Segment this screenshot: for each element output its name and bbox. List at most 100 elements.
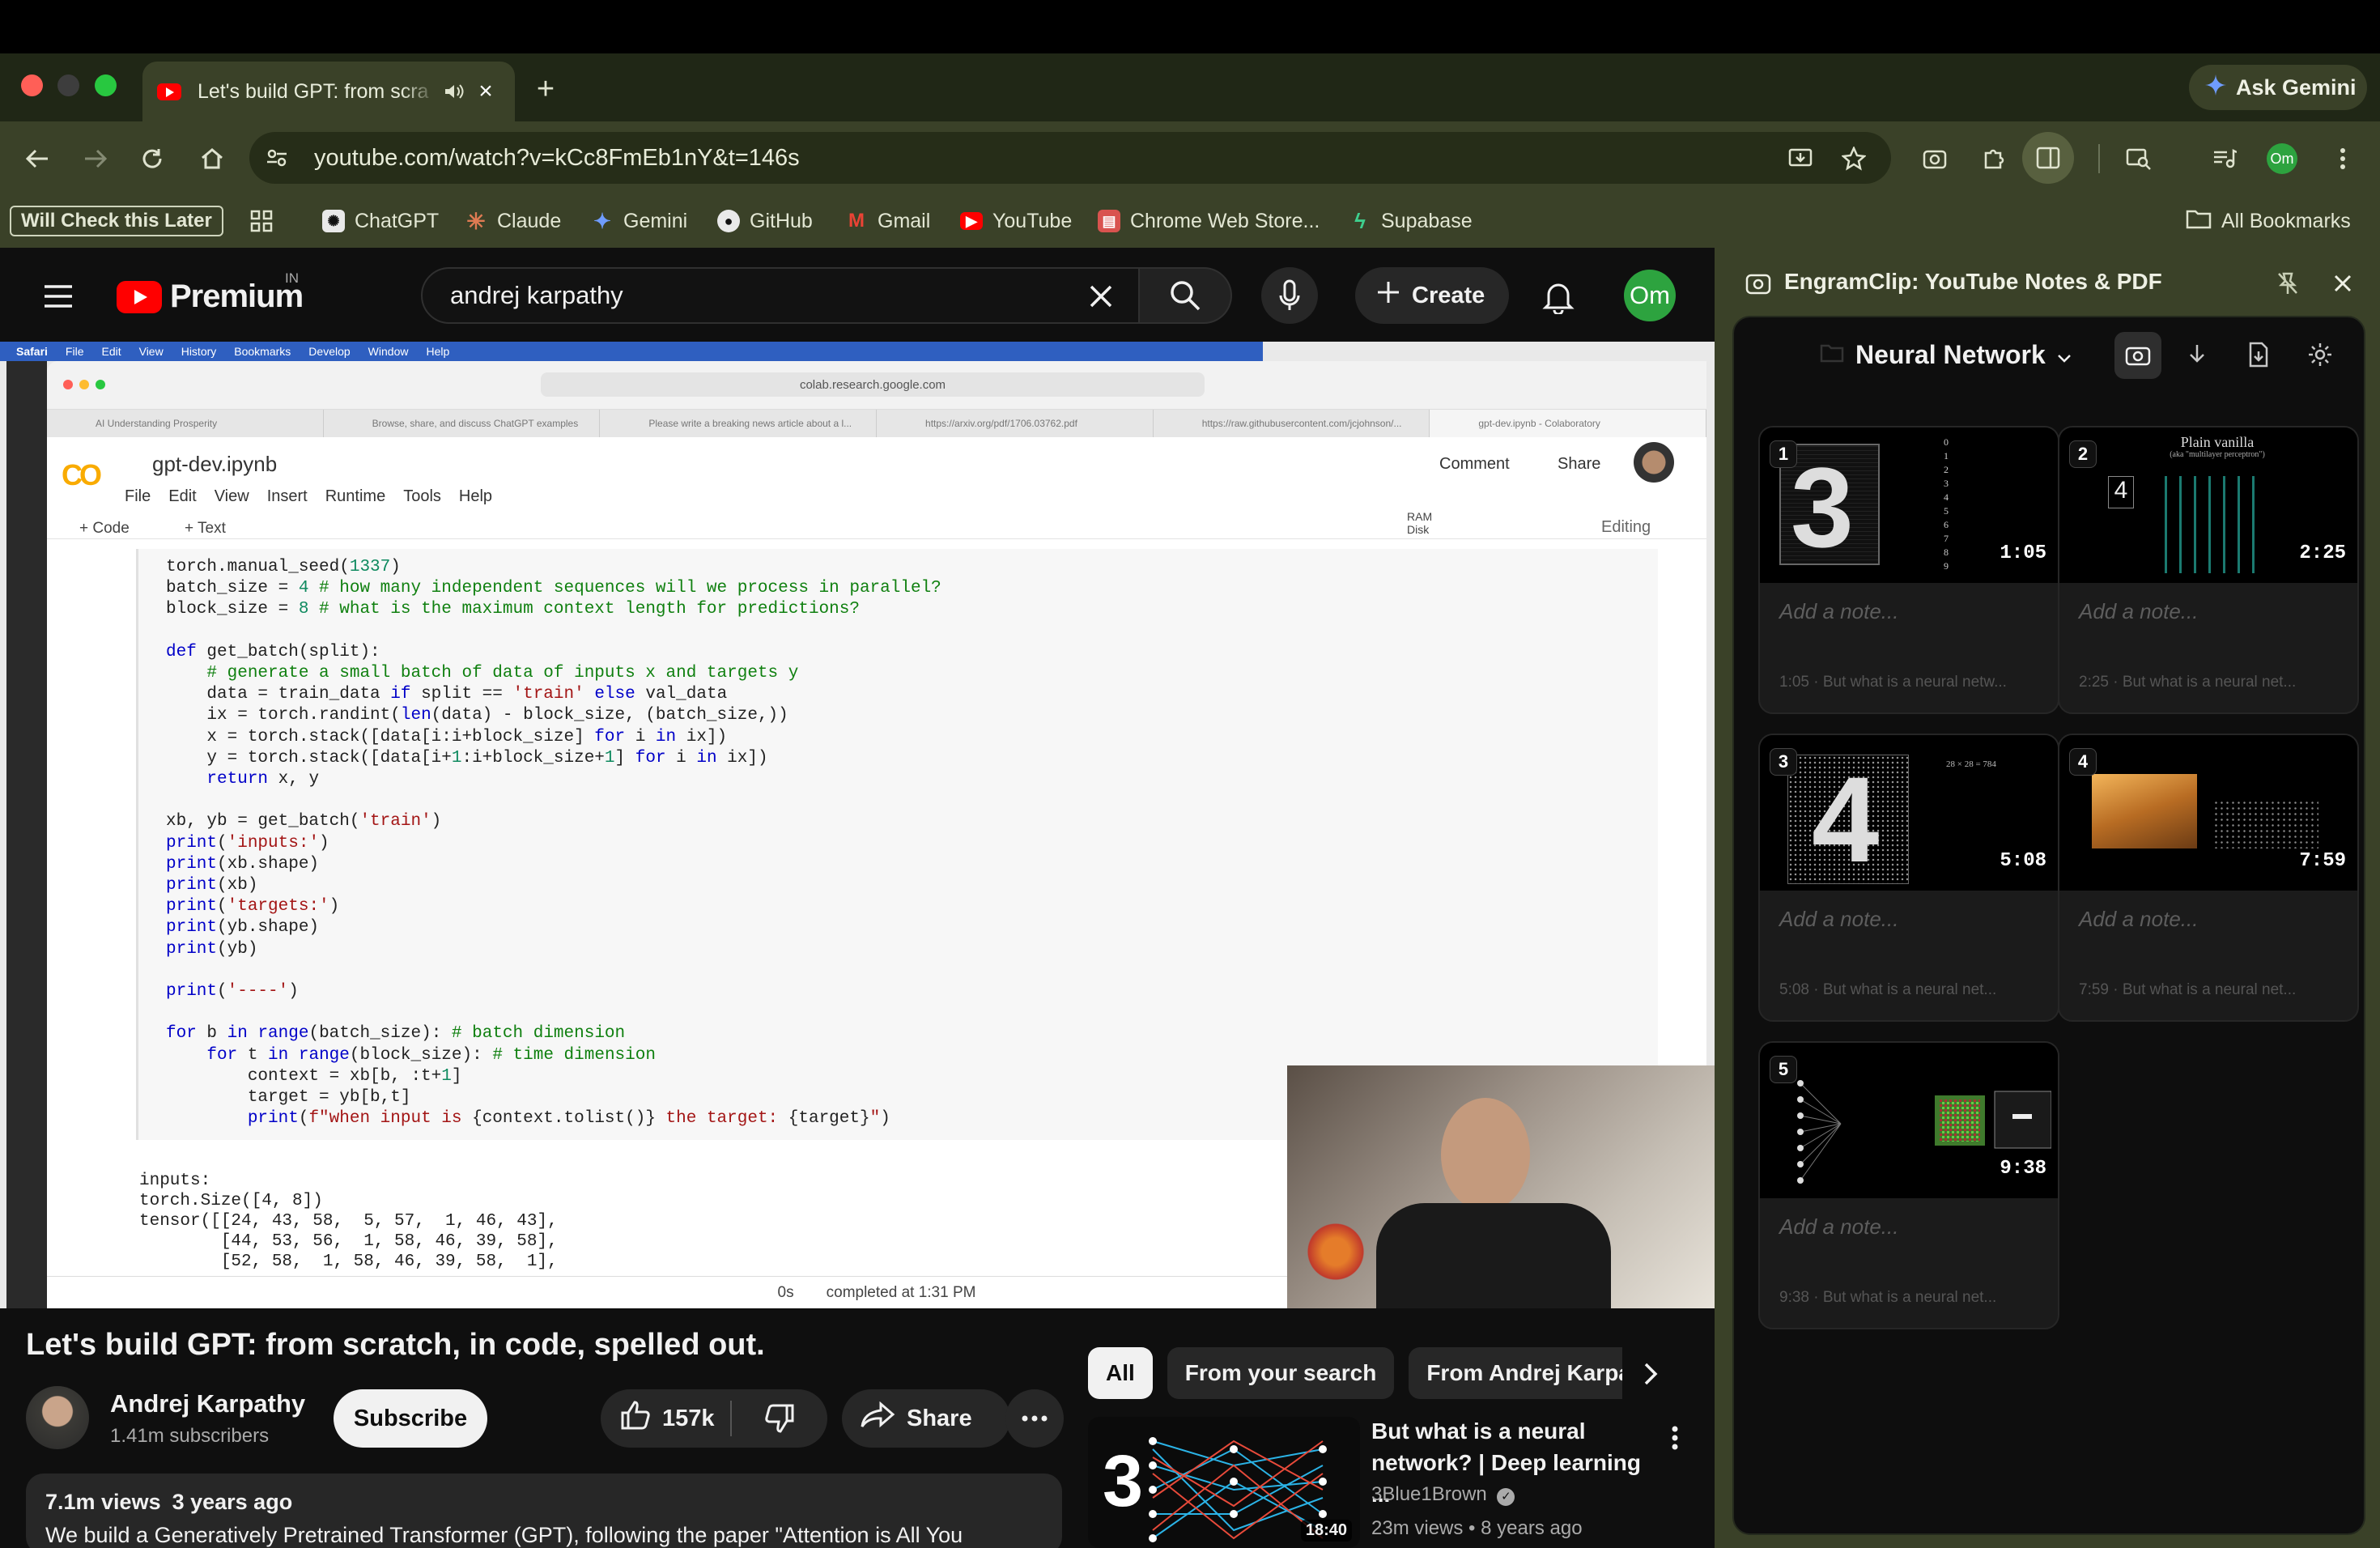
recommended-thumbnail[interactable]: 3 18:40 [1088,1417,1360,1548]
extensions-puzzle-icon[interactable] [1980,144,2009,173]
clip-card[interactable]: 4 28 × 28 = 784 3 5:08 Add a note... 5:0… [1758,734,2059,1022]
youtube-premium-logo[interactable]: Premium [117,279,304,315]
search-input[interactable]: andrej karpathy [421,267,1140,324]
clip-timestamp[interactable]: 1:05 [2000,542,2046,564]
notifications-bell-icon[interactable] [1538,277,1579,317]
clip-note-input[interactable]: Add a note... [2079,599,2198,624]
download-icon[interactable] [2181,338,2213,371]
bookmark-gemini[interactable]: ✦ Gemini [591,204,687,238]
bookmark-star-icon[interactable] [1839,144,1868,173]
folder-selector[interactable]: Neural Network [1820,340,2072,370]
voice-search-button[interactable] [1261,267,1318,324]
window-close-control[interactable] [21,74,43,96]
screen-top-bar [0,0,2380,53]
home-icon[interactable] [196,142,228,175]
cell-output: inputs: torch.Size([4, 8]) tensor([[24, … [139,1172,558,1271]
bookmark-chrome-web-store[interactable]: ▤ Chrome Web Store... [1098,204,1320,238]
unpin-panel-icon[interactable] [2272,267,2304,300]
bookmark-gmail[interactable]: M Gmail [845,204,930,238]
bookmark-supabase[interactable]: ϟ Supabase [1349,204,1473,238]
chip-all[interactable]: All [1088,1347,1153,1399]
export-pdf-icon[interactable] [2242,338,2275,371]
profile-avatar[interactable]: Om [2267,143,2297,174]
chip-from-your-search[interactable]: From your search [1167,1347,1395,1399]
chip-from-andrej[interactable]: From Andrej Karpa [1409,1347,1623,1399]
search-button[interactable] [1140,267,1232,324]
web-store-icon: ▤ [1098,210,1120,232]
recommended-channel: 3Blue1Brown ✓ [1371,1483,1515,1506]
clip-timestamp[interactable]: 9:38 [2000,1158,2046,1180]
clip-note-input[interactable]: Add a note... [1779,907,1898,932]
screenshot-extension-icon[interactable] [1920,144,1949,173]
camera-icon [2125,344,2151,367]
bookmark-chatgpt[interactable]: ✺ ChatGPT [322,204,439,238]
account-avatar[interactable]: Om [1624,270,1676,321]
new-tab-button[interactable]: + [529,72,562,106]
ask-gemini-button[interactable]: Ask Gemini [2189,65,2367,110]
reload-icon[interactable] [136,142,168,175]
folder-name: Neural Network [1855,340,2046,369]
clip-timestamp[interactable]: 5:08 [2000,850,2046,872]
install-app-icon[interactable] [1786,144,1815,173]
search-icon [1169,279,1201,312]
recommendation-filter-chips: All From your search From Andrej Karpa [1088,1347,1623,1399]
forward-arrow-icon[interactable] [79,142,112,175]
code-cell: torch.manual_seed(1337) batch_size = 4 #… [136,549,1658,1140]
clip-source: 1:05 · But what is a neural netw... [1779,674,2007,691]
thumbnail-duration: 18:40 [1300,1520,1352,1542]
all-bookmarks[interactable]: All Bookmarks [2186,204,2351,238]
video-title: Let's build GPT: from scratch, in code, … [26,1328,765,1362]
svg-text:3: 3 [1103,1441,1143,1522]
clip-note-input[interactable]: Add a note... [1779,599,1898,624]
share-button[interactable]: Share [842,1389,1010,1448]
window-zoom-control[interactable] [95,74,117,96]
apps-grid-icon[interactable] [249,204,274,238]
more-actions-button[interactable] [1005,1389,1064,1448]
clip-card[interactable]: Plain vanilla (aka "multilayer perceptro… [2058,426,2359,714]
side-panel-toggle-icon[interactable] [2022,132,2074,184]
ram-disk-indicator: RAM Disk [1407,510,1433,536]
thumbs-down-icon[interactable] [759,1401,800,1436]
clip-note-input[interactable]: Add a note... [1779,1214,1898,1240]
bookmark-github[interactable]: ● GitHub [717,204,813,238]
video-description[interactable]: 7.1m views 3 years ago We build a Genera… [26,1474,1062,1548]
site-info-icon[interactable] [261,143,293,172]
close-panel-icon[interactable] [2328,269,2357,298]
address-bar[interactable]: youtube.com/watch?v=kCc8FmEb1nY&t=146s [249,132,1891,184]
clip-timestamp[interactable]: 7:59 [2299,850,2346,872]
clip-card[interactable]: 5 9:38 Add a note... 9:38 · But what is … [1758,1041,2059,1329]
create-button[interactable]: Create [1355,267,1509,324]
clip-card[interactable]: 3 0123456789 1 1:05 Add a note... 1:05 ·… [1758,426,2059,714]
subscribe-button[interactable]: Subscribe [334,1389,487,1448]
channel-name[interactable]: Andrej Karpathy [110,1389,305,1418]
media-control-icon[interactable] [2210,144,2239,173]
claude-icon: ✳ [466,208,486,234]
clip-number: 5 [1770,1056,1797,1083]
address-bar-url: youtube.com/watch?v=kCc8FmEb1nY&t=146s [314,144,800,171]
tab-search-icon[interactable] [2124,144,2153,173]
clip-number: 2 [2069,440,2097,468]
channel-avatar[interactable] [26,1386,89,1449]
window-minimize-control[interactable] [57,74,79,96]
speaker-icon[interactable] [442,83,466,100]
browser-tab-active[interactable]: Let's build GPT: from scra × [142,62,515,121]
bookmark-claude[interactable]: ✳ Claude [465,204,561,238]
hamburger-menu-icon[interactable] [40,280,76,313]
recommended-more-icon[interactable] [1663,1422,1687,1454]
bookmark-youtube[interactable]: ▶ YouTube [960,204,1072,238]
capture-screenshot-button[interactable] [2114,332,2161,379]
clip-number: 1 [1770,440,1797,468]
webcam-overlay [1287,1065,1715,1308]
youtube-play-logo-icon [117,280,162,313]
settings-gear-icon[interactable] [2304,338,2336,371]
back-arrow-icon[interactable] [21,142,53,175]
clip-note-input[interactable]: Add a note... [2079,907,2198,932]
bookmark-will-check-later[interactable]: Will Check this Later [10,206,223,236]
clip-card[interactable]: 4 7:59 Add a note... 7:59 · But what is … [2058,734,2359,1022]
gemini-star-icon [2205,74,2226,101]
browser-menu-icon[interactable] [2333,142,2352,175]
clip-timestamp[interactable]: 2:25 [2299,542,2346,564]
chips-next-chevron-icon[interactable] [1630,1354,1671,1394]
clear-search-icon[interactable] [1085,280,1117,313]
tab-close-icon[interactable]: × [476,78,495,105]
